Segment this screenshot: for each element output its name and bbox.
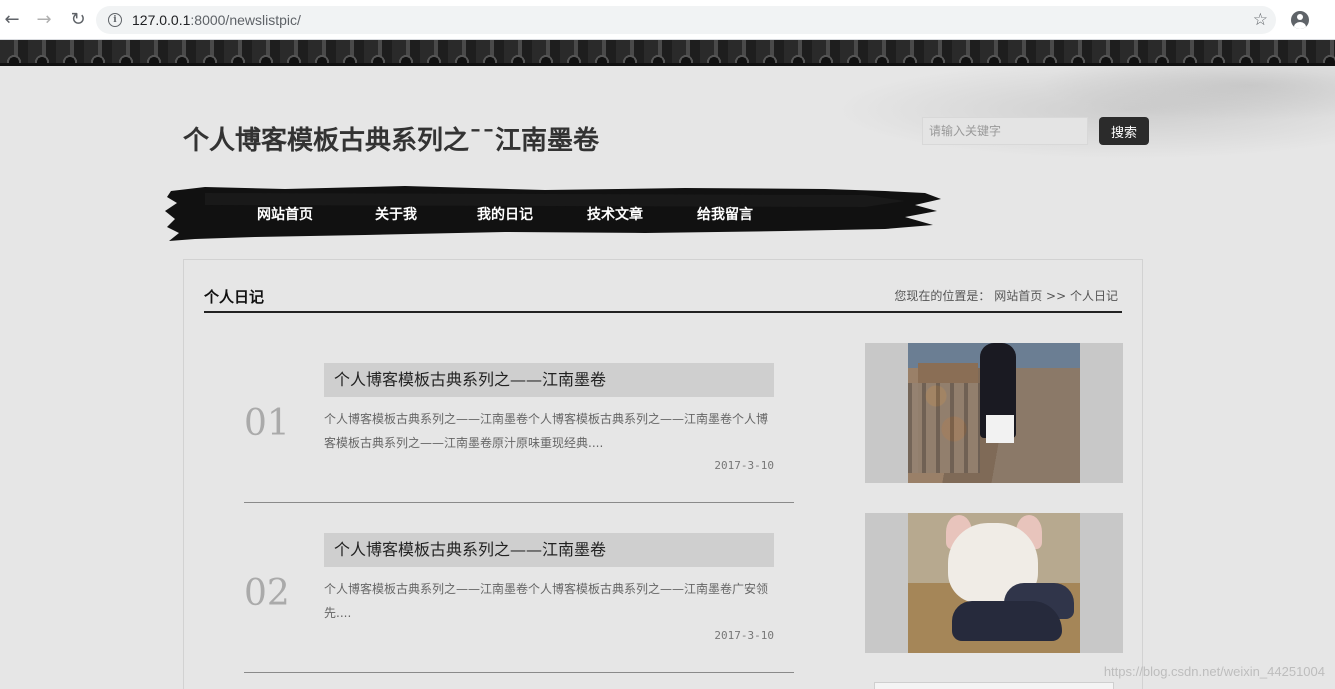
bookmark-star-icon[interactable]: ☆: [1253, 10, 1268, 30]
roof-tile-banner: [0, 40, 1335, 66]
url-host: 127.0.0.1: [132, 12, 191, 28]
breadcrumb-prefix: 您现在的位置是：: [894, 289, 991, 303]
account-icon[interactable]: [1291, 11, 1309, 29]
photo-skirt: [986, 415, 1014, 443]
breadcrumb-home-link[interactable]: 网站首页: [994, 289, 1042, 303]
article-description: 个人博客模板古典系列之——江南墨卷个人博客模板古典系列之——江南墨卷个人博客模板…: [324, 412, 769, 450]
article-thumbnail[interactable]: [865, 513, 1123, 653]
browser-toolbar: ← → ↻ i 127.0.0.1:8000/newslistpic/ ☆: [0, 0, 1335, 40]
breadcrumb: 您现在的位置是： 网站首页 >> 个人日记: [894, 287, 1118, 304]
article-date: 2017-3-10: [714, 629, 774, 642]
nav-item-message[interactable]: 给我留言: [697, 204, 753, 224]
breadcrumb-current[interactable]: 个人日记: [1070, 289, 1118, 303]
nav-item-about[interactable]: 关于我: [375, 204, 417, 224]
photo-shoe: [952, 601, 1062, 641]
article-item: 02 个人博客模板古典系列之——江南墨卷 个人博客模板古典系列之——江南墨卷个人…: [244, 533, 794, 673]
search-input[interactable]: [922, 117, 1088, 145]
section-title: 个人日记: [204, 288, 265, 306]
article-title-link[interactable]: 个人博客模板古典系列之——江南墨卷: [324, 363, 774, 397]
search-button[interactable]: 搜索: [1099, 117, 1149, 145]
article-number: 01: [244, 403, 290, 444]
photo-railing: [908, 383, 980, 473]
article-number: 02: [244, 573, 290, 614]
page: 个人博客模板古典系列之¯¯江南墨卷 搜索 网站首页 关于我 我的日记 技术文章 …: [0, 40, 1335, 689]
url-path: :8000/newslistpic/: [190, 12, 301, 28]
article-thumbnail[interactable]: [865, 343, 1123, 483]
breadcrumb-separator: >>: [1042, 289, 1070, 303]
address-bar[interactable]: i 127.0.0.1:8000/newslistpic/ ☆: [96, 6, 1276, 34]
bulldog-shoes-photo[interactable]: [908, 513, 1080, 653]
main-nav: 网站首页 关于我 我的日记 技术文章 给我留言: [165, 183, 943, 243]
csdn-watermark: https://blog.csdn.net/weixin_44251004: [1103, 664, 1325, 679]
article-title-link[interactable]: 个人博客模板古典系列之——江南墨卷: [324, 533, 774, 567]
forward-arrow-icon[interactable]: →: [34, 9, 54, 30]
article-thumbnail-partial[interactable]: [874, 682, 1114, 689]
reload-icon[interactable]: ↻: [68, 9, 88, 30]
nav-item-home[interactable]: 网站首页: [257, 204, 313, 224]
site-title: 个人博客模板古典系列之¯¯江南墨卷: [183, 126, 600, 156]
info-icon[interactable]: i: [108, 13, 122, 27]
autumn-walkway-photo[interactable]: [908, 343, 1080, 483]
back-arrow-icon[interactable]: ←: [2, 9, 22, 30]
section-divider: [204, 311, 1122, 313]
nav-item-tech[interactable]: 技术文章: [587, 204, 643, 224]
url-text[interactable]: 127.0.0.1:8000/newslistpic/: [132, 12, 301, 28]
article-description: 个人博客模板古典系列之——江南墨卷个人博客模板古典系列之——江南墨卷广安领先..…: [324, 582, 769, 620]
article-item: 01 个人博客模板古典系列之——江南墨卷 个人博客模板古典系列之——江南墨卷个人…: [244, 363, 794, 503]
nav-item-diary[interactable]: 我的日记: [477, 204, 533, 224]
content-panel: 个人日记 您现在的位置是： 网站首页 >> 个人日记 01 个人博客模板古典系列…: [183, 259, 1143, 689]
article-date: 2017-3-10: [714, 459, 774, 472]
